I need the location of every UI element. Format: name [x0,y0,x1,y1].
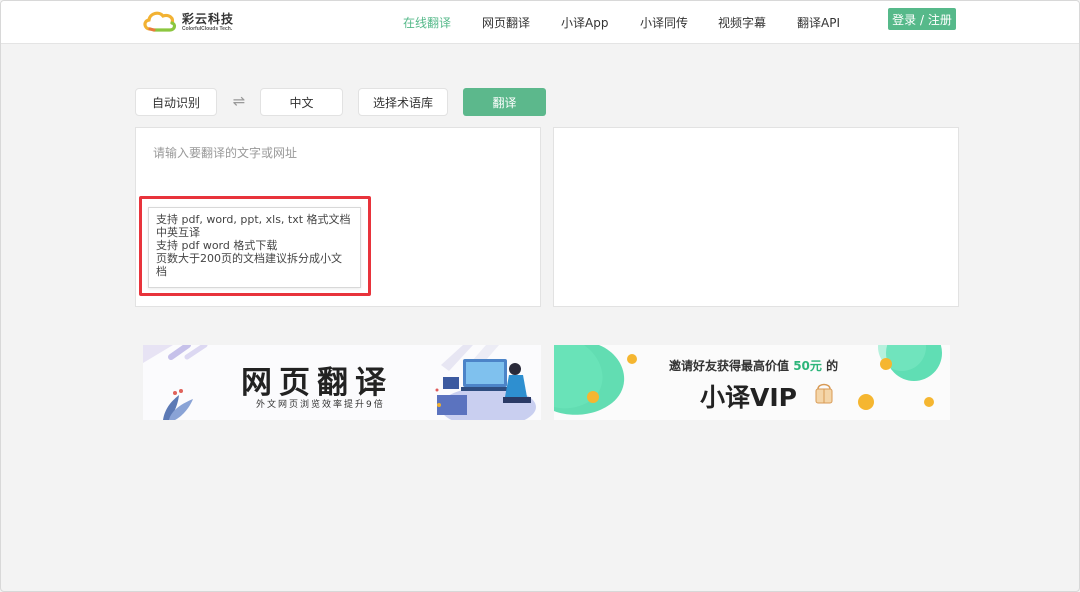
translate-button[interactable]: 翻译 [463,88,546,116]
translation-output-panel [553,127,959,307]
vip-title: 小译VIP [700,383,797,412]
web-translate-banner[interactable]: 网页翻译 外文网页浏览效率提升9倍 [143,345,541,420]
glossary-select[interactable]: 选择术语库 [358,88,448,116]
banner-subtitle: 外文网页浏览效率提升9倍 [256,400,385,410]
logo[interactable]: 彩云科技 ColorfulClouds Tech. [142,8,252,36]
cloud-logo-icon [143,11,177,32]
nav-xiaoyi-app[interactable]: 小译App [561,14,608,30]
logo-name: 彩云科技 [182,12,235,26]
logo-subtitle: ColorfulClouds Tech. [182,26,233,32]
nav-online-translate[interactable]: 在线翻译 [403,14,451,30]
vip-invite-banner[interactable]: 邀请好友获得最高价值 50元 的 小译VIP [554,345,950,420]
nav-simultaneous[interactable]: 小译同传 [640,14,688,30]
source-language-select[interactable]: 自动识别 [135,88,217,116]
nav-video-subtitles[interactable]: 视频字幕 [718,14,766,30]
app-window: 彩云科技 ColorfulClouds Tech. 在线翻译 网页翻译 小译Ap… [0,0,1080,592]
nav-web-translate[interactable]: 网页翻译 [482,14,530,30]
nav-translate-api[interactable]: 翻译API [797,14,840,30]
target-language-select[interactable]: 中文 [260,88,343,116]
invite-suffix: 的 [821,359,839,373]
login-register-button[interactable]: 登录 / 注册 [888,8,956,30]
swap-languages-icon[interactable]: ⇌ [230,93,248,109]
invite-amount: 50元 [793,359,822,373]
input-placeholder[interactable]: 请输入要翻译的文字或网址 [153,144,297,161]
annotation-highlight-box [139,196,371,296]
banner-title: 网页翻译 [241,365,393,401]
top-header: 彩云科技 ColorfulClouds Tech. 在线翻译 网页翻译 小译Ap… [1,1,1079,44]
invite-text: 邀请好友获得最高价值 50元 的 [669,357,838,374]
invite-prefix: 邀请好友获得最高价值 [669,359,794,373]
